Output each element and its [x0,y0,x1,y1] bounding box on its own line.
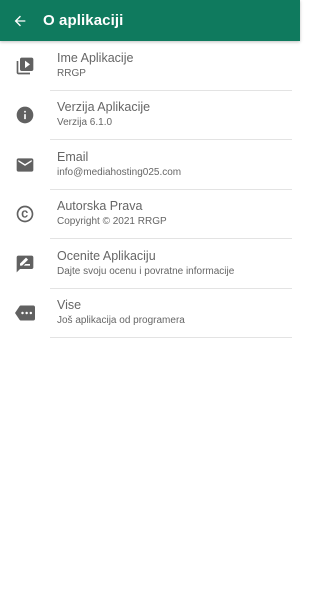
list-item-title: Ocenite Aplikaciju [57,248,156,263]
more-icon [15,303,35,323]
app-screen: O aplikaciji Ime Aplikacije RRGP Verzija… [0,0,300,604]
list-item-subtitle: Dajte svoju ocenu i povratne informacije [57,265,235,277]
rate-review-icon [15,254,35,274]
list-item-title: Autorska Prava [57,199,143,214]
list-item-title: Email [57,149,89,164]
arrow-left-icon [12,13,28,29]
page-title: O aplikaciji [43,12,124,29]
list-item-copyright[interactable]: Autorska Prava Copyright © 2021 RRGP [0,190,300,239]
email-icon [15,155,35,175]
list-item-more[interactable]: Vise Još aplikacija od programera [0,289,300,338]
copyright-icon [15,204,35,224]
list-item-title: Vise [57,298,82,313]
list-item-rate-app[interactable]: Ocenite Aplikaciju Dajte svoju ocenu i p… [0,239,300,289]
app-bar: O aplikaciji [0,0,300,41]
list-item-version[interactable]: Verzija Aplikacije Verzija 6.1.0 [0,91,300,140]
list-item-title: Ime Aplikacije [57,50,134,65]
list-item-subtitle: Copyright © 2021 RRGP [57,216,167,228]
back-button[interactable] [0,0,40,41]
list-item-subtitle: RRGP [57,67,86,79]
list-item-app-name[interactable]: Ime Aplikacije RRGP [0,41,300,91]
info-icon [15,105,35,125]
list-item-subtitle: Još aplikacija od programera [57,315,185,327]
about-list: Ime Aplikacije RRGP Verzija Aplikacije V… [0,41,300,338]
list-item-title: Verzija Aplikacije [57,100,151,115]
list-item-subtitle: Verzija 6.1.0 [57,117,113,129]
video-library-icon [15,56,35,76]
list-item-subtitle: info@mediahosting025.com [57,166,182,178]
list-item-email[interactable]: Email info@mediahosting025.com [0,140,300,190]
